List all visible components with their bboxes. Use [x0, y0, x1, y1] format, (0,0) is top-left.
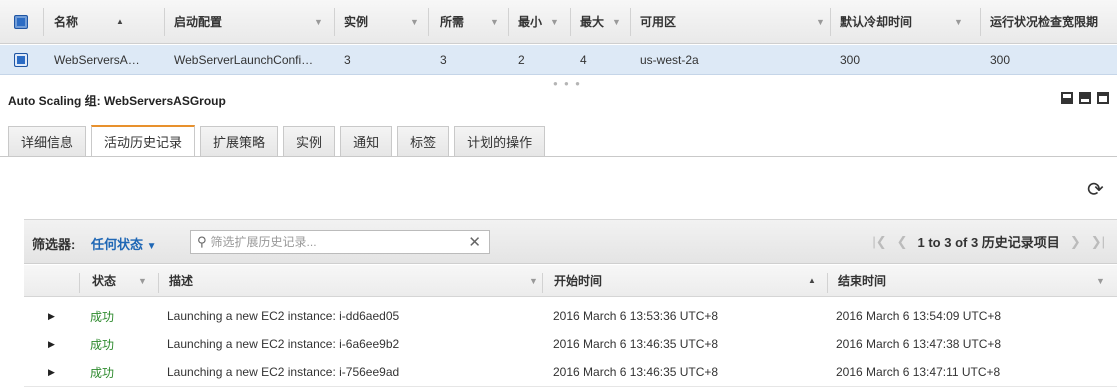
description-text: Launching a new EC2 instance: i-756ee9ad [167, 365, 400, 379]
last-page-icon[interactable]: ❯| [1091, 234, 1105, 250]
asg-cooldown: 300 [840, 52, 861, 67]
end-time-text: 2016 March 6 13:54:09 UTC+8 [836, 309, 1002, 323]
col-grace[interactable]: 运行状况检查宽限期 [990, 0, 1117, 43]
layout-bottom-icon[interactable] [1061, 92, 1073, 104]
asg-grace: 300 [990, 52, 1011, 67]
layout-full-icon[interactable] [1097, 92, 1109, 104]
chevron-down-icon: ▼ [146, 241, 157, 252]
tab-details[interactable]: 详细信息 [8, 126, 87, 156]
history-search-box[interactable]: ⚲ ✕ [190, 230, 490, 254]
prev-page-icon[interactable]: ❮ [897, 234, 908, 250]
table-row[interactable]: ▶ 成功 Launching a new EC2 instance: i-dd6… [24, 302, 1117, 331]
chevron-down-icon: ▼ [490, 16, 499, 27]
chevron-down-icon: ▼ [550, 16, 559, 27]
pagination-text: 1 to 3 of 3 历史记录项目 [917, 235, 1060, 250]
col-description[interactable]: 描述 ▼ [169, 265, 539, 296]
description-text: Launching a new EC2 instance: i-6a6ee9b2 [167, 337, 400, 351]
chevron-down-icon: ▼ [138, 275, 147, 286]
asg-desired: 3 [440, 52, 447, 67]
tab-activity-history[interactable]: 活动历史记录 [91, 125, 196, 156]
sort-asc-icon: ▲ [808, 276, 816, 285]
next-page-icon[interactable]: ❯ [1070, 234, 1081, 250]
detail-tabs: 详细信息 活动历史记录 扩展策略 实例 通知 标签 计划的操作 [8, 125, 546, 157]
resize-grip-icon[interactable]: ● ● ● [553, 79, 582, 88]
asg-max: 4 [580, 52, 587, 67]
clear-icon[interactable]: ✕ [468, 233, 489, 251]
chevron-down-icon: ▼ [954, 16, 963, 27]
first-page-icon[interactable]: |❮ [872, 234, 886, 250]
col-max[interactable]: 最大 ▼ [580, 0, 632, 43]
asg-instances: 3 [344, 52, 351, 67]
end-time-text: 2016 March 6 13:47:11 UTC+8 [836, 365, 1001, 379]
tab-divider [0, 156, 1117, 157]
layout-toggle-group [1061, 92, 1109, 104]
asg-name: WebServersA… [54, 52, 140, 67]
asg-launch-config: WebServerLaunchConfi… [174, 52, 314, 67]
col-cooldown[interactable]: 默认冷却时间 ▼ [840, 0, 980, 43]
expand-triangle-icon[interactable]: ▶ [48, 358, 55, 386]
search-icon: ⚲ [197, 234, 207, 249]
chevron-down-icon: ▼ [612, 16, 621, 27]
start-time-text: 2016 March 6 13:53:36 UTC+8 [553, 309, 719, 323]
chevron-down-icon: ▼ [529, 275, 538, 286]
tab-tags[interactable]: 标签 [397, 126, 450, 156]
col-start-time[interactable]: 开始时间 ▲ [554, 265, 826, 296]
sort-asc-icon: ▲ [116, 17, 124, 26]
tab-instances[interactable]: 实例 [283, 126, 336, 156]
col-desired[interactable]: 所需 ▼ [440, 0, 508, 43]
asg-az: us-west-2a [640, 52, 699, 67]
table-row[interactable]: ▶ 成功 Launching a new EC2 instance: i-6a6… [24, 330, 1117, 359]
status-filter-dropdown[interactable]: 任何状态 ▼ [91, 234, 157, 253]
layout-top-icon[interactable] [1079, 92, 1091, 104]
col-name[interactable]: 名称 ▲ [54, 0, 164, 43]
refresh-icon[interactable]: ⟳ [1087, 180, 1104, 200]
pagination: |❮ ❮ 1 to 3 of 3 历史记录项目 ❯ ❯| [872, 232, 1105, 251]
history-table-header: 状态 ▼ 描述 ▼ 开始时间 ▲ 结束时间 ▼ [24, 265, 1117, 297]
col-min[interactable]: 最小 ▼ [518, 0, 570, 43]
asg-row-selected[interactable]: WebServersA… WebServerLaunchConfi… 3 3 2… [0, 45, 1117, 75]
start-time-text: 2016 March 6 13:46:35 UTC+8 [553, 337, 719, 351]
detail-title: Auto Scaling 组: WebServersASGroup [8, 94, 226, 108]
chevron-down-icon: ▼ [816, 16, 825, 27]
description-text: Launching a new EC2 instance: i-dd6aed05 [167, 309, 400, 323]
chevron-down-icon: ▼ [410, 16, 419, 27]
filter-label: 筛选器: [32, 237, 76, 252]
status-text: 成功 [90, 309, 115, 324]
col-launch-config[interactable]: 启动配置 ▼ [174, 0, 334, 43]
table-row[interactable]: ▶ 成功 Launching a new EC2 instance: i-756… [24, 358, 1117, 387]
row-checkbox[interactable] [14, 45, 28, 74]
col-end-time[interactable]: 结束时间 ▼ [838, 265, 1117, 296]
status-text: 成功 [90, 337, 115, 352]
chevron-down-icon: ▼ [314, 16, 323, 27]
col-az[interactable]: 可用区 ▼ [640, 0, 830, 43]
col-status[interactable]: 状态 ▼ [92, 265, 156, 296]
asg-table-header: 名称 ▲ 启动配置 ▼ 实例 ▼ 所需 ▼ 最小 ▼ 最大 ▼ 可用区 ▼ 默认… [0, 0, 1117, 44]
col-instances[interactable]: 实例 ▼ [344, 0, 428, 43]
expand-triangle-icon[interactable]: ▶ [48, 330, 55, 358]
end-time-text: 2016 March 6 13:47:38 UTC+8 [836, 337, 1002, 351]
start-time-text: 2016 March 6 13:46:35 UTC+8 [553, 365, 719, 379]
filter-bar: 筛选器: 任何状态 ▼ ⚲ ✕ |❮ ❮ 1 to 3 of 3 历史记录项目 … [24, 219, 1117, 264]
expand-triangle-icon[interactable]: ▶ [48, 302, 55, 330]
history-search-input[interactable] [206, 235, 469, 249]
tab-scheduled-actions[interactable]: 计划的操作 [454, 126, 546, 156]
tab-scaling-policies[interactable]: 扩展策略 [200, 126, 279, 156]
chevron-down-icon: ▼ [1096, 275, 1105, 286]
select-all-checkbox[interactable] [14, 0, 28, 43]
tab-notifications[interactable]: 通知 [340, 126, 393, 156]
status-text: 成功 [90, 365, 115, 380]
asg-min: 2 [518, 52, 525, 67]
